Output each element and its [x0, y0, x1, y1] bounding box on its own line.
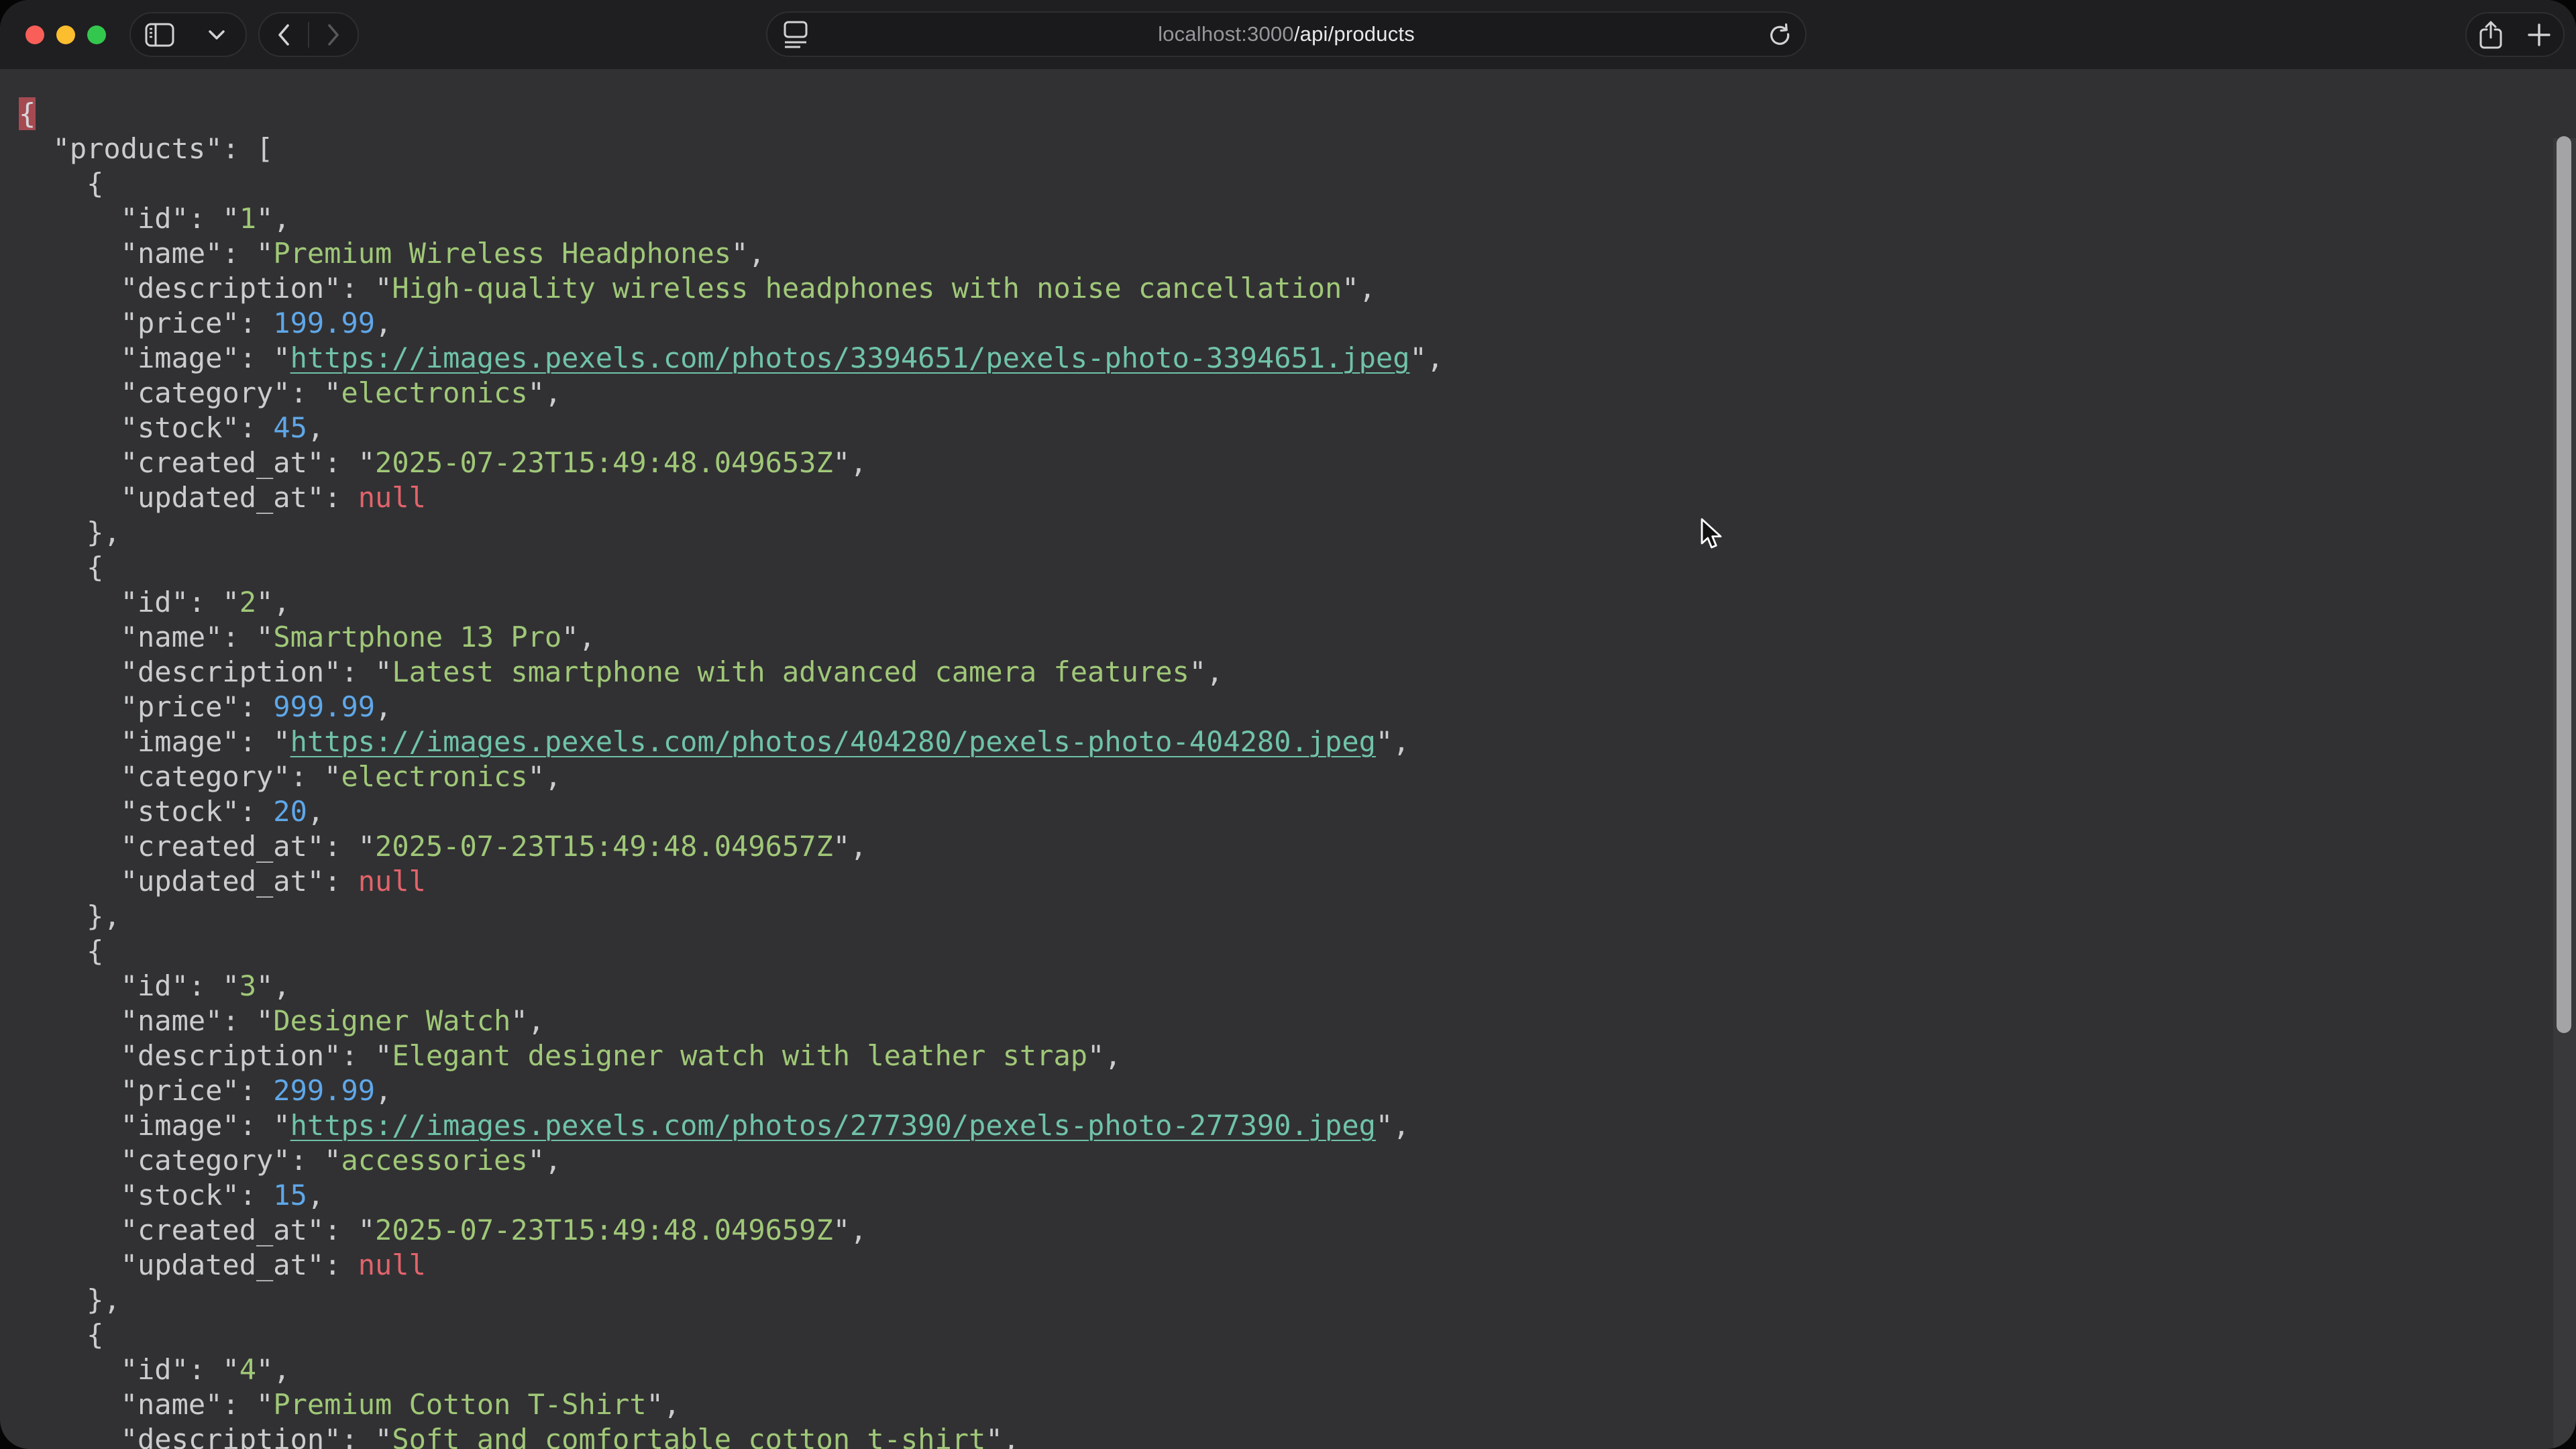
highlighted-brace: { [19, 97, 36, 130]
navigation-button-group [258, 12, 359, 57]
new-tab-button[interactable] [2515, 13, 2563, 56]
scrollbar-track[interactable] [2553, 138, 2576, 1449]
json-url-link[interactable]: https://images.pexels.com/photos/277390/… [290, 1109, 1376, 1142]
zoom-window-button[interactable] [87, 25, 106, 44]
forward-button[interactable] [309, 13, 358, 56]
json-url-link[interactable]: https://images.pexels.com/photos/3394651… [290, 341, 1410, 374]
scrollbar-thumb[interactable] [2557, 136, 2571, 1033]
window-controls [25, 25, 106, 44]
share-button[interactable] [2467, 13, 2515, 56]
json-url-link[interactable]: https://images.pexels.com/photos/404280/… [290, 725, 1376, 758]
sidebar-button-group [129, 12, 247, 57]
page-format-icon [782, 20, 809, 48]
share-icon [2478, 20, 2504, 50]
toolbar-right-button-group [2465, 12, 2565, 57]
address-bar[interactable]: localhost:3000/api/products [766, 11, 1807, 57]
close-window-button[interactable] [25, 25, 44, 44]
url-display: localhost:3000/api/products [767, 22, 1805, 46]
reload-icon [1766, 21, 1793, 48]
chevron-right-icon [327, 23, 340, 46]
minimize-window-button[interactable] [56, 25, 75, 44]
browser-window: localhost:3000/api/products [0, 0, 2576, 1449]
page-content: { "products": [ { "id": "1", "name": "Pr… [0, 69, 2576, 1449]
chevron-left-icon [277, 23, 290, 46]
sidebar-icon [145, 23, 174, 47]
back-button[interactable] [260, 13, 308, 56]
mouse-cursor [1699, 518, 1729, 550]
reload-button[interactable] [1766, 13, 1793, 56]
json-content: { "products": [ { "id": "1", "name": "Pr… [0, 69, 2576, 1449]
plus-icon [2527, 23, 2551, 47]
url-host: localhost:3000 [1158, 22, 1294, 46]
chevron-down-icon [208, 30, 225, 40]
sidebar-toggle-button[interactable] [131, 13, 189, 56]
url-path: /api/products [1294, 22, 1415, 46]
browser-toolbar: localhost:3000/api/products [0, 0, 2576, 69]
tab-group-dropdown-button[interactable] [189, 13, 246, 56]
page-format-button[interactable] [782, 13, 809, 56]
